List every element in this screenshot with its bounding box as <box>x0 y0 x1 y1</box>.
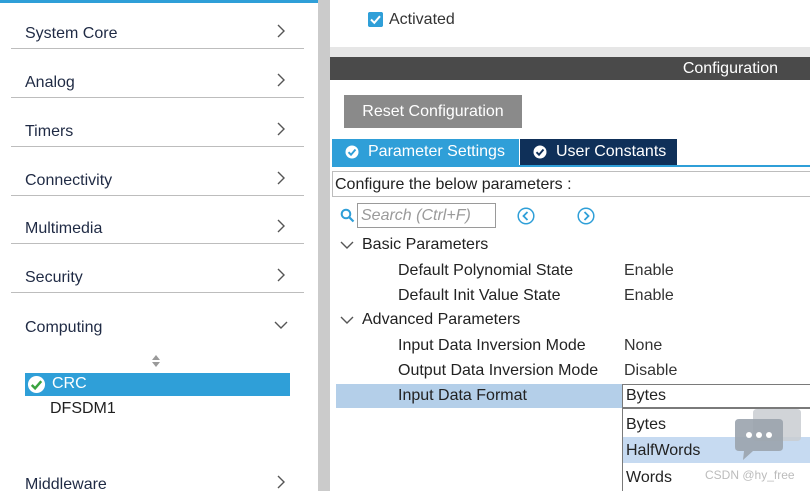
chevron-right-icon <box>277 73 285 87</box>
tab-label: User Constants <box>556 143 667 160</box>
section-divider <box>330 47 810 57</box>
peripheral-sidebar: System Core Analog Timers Connectivity M… <box>0 0 318 491</box>
param-row[interactable]: Input Data Inversion Mode None <box>336 334 810 358</box>
category-computing[interactable]: Computing <box>11 293 304 342</box>
category-multimedia[interactable]: Multimedia <box>11 195 304 244</box>
check-circle-icon <box>345 145 359 159</box>
param-value: None <box>624 337 663 354</box>
chevron-right-icon <box>277 268 285 282</box>
checkbox-check-icon <box>368 12 383 27</box>
chevron-right-icon <box>277 24 285 38</box>
category-label: Security <box>25 269 83 286</box>
param-value: Enable <box>624 262 674 279</box>
sort-arrows-icon[interactable] <box>151 354 161 368</box>
param-row[interactable]: Default Init Value State Enable <box>336 284 810 308</box>
category-security[interactable]: Security <box>11 244 304 293</box>
configuration-header: Configuration <box>330 57 810 80</box>
peripheral-label: CRC <box>52 375 87 392</box>
search-icon <box>340 208 355 223</box>
panel-splitter[interactable] <box>318 0 330 491</box>
configuration-title: Configuration <box>682 60 778 77</box>
category-system-core[interactable]: System Core <box>11 0 304 49</box>
category-connectivity[interactable]: Connectivity <box>11 147 304 196</box>
param-value: Enable <box>624 287 674 304</box>
category-label: System Core <box>25 25 118 42</box>
param-name: Default Init Value State <box>398 287 561 304</box>
chevron-right-icon <box>277 171 285 185</box>
param-name: Output Data Inversion Mode <box>398 362 599 379</box>
tab-user-constants[interactable]: User Constants <box>520 139 677 165</box>
category-middleware[interactable]: Middleware <box>11 442 304 491</box>
peripheral-item-dfsdm1[interactable]: DFSDM1 <box>25 398 290 421</box>
chevron-right-icon <box>277 122 285 136</box>
chevron-down-icon <box>340 241 354 249</box>
watermark-text: CSDN @hy_free <box>705 468 795 482</box>
param-row[interactable]: Output Data Inversion Mode Disable <box>336 359 810 383</box>
category-label: Middleware <box>25 476 107 491</box>
param-name: Input Data Inversion Mode <box>398 337 586 354</box>
tab-label: Parameter Settings <box>368 143 505 160</box>
group-label: Basic Parameters <box>362 236 489 253</box>
category-label: Connectivity <box>25 172 113 189</box>
check-circle-icon <box>27 375 46 394</box>
param-value: Disable <box>624 362 678 379</box>
chevron-down-icon <box>340 316 354 324</box>
category-label: Analog <box>25 74 75 91</box>
peripheral-item-crc[interactable]: CRC <box>25 373 290 396</box>
category-timers[interactable]: Timers <box>11 98 304 147</box>
param-row[interactable]: Default Polynomial State Enable <box>336 259 810 283</box>
category-label: Computing <box>25 319 103 336</box>
search-input[interactable] <box>357 203 496 228</box>
reset-configuration-button[interactable]: Reset Configuration <box>344 95 522 128</box>
chevron-right-icon <box>277 475 285 489</box>
peripheral-label: DFSDM1 <box>50 400 116 417</box>
chat-bubble-icon <box>735 409 801 460</box>
tab-parameter-settings[interactable]: Parameter Settings <box>332 139 519 165</box>
check-circle-icon <box>533 145 547 159</box>
param-name: Default Polynomial State <box>398 262 574 279</box>
group-label: Advanced Parameters <box>362 311 521 328</box>
category-label: Timers <box>25 123 74 140</box>
configure-instructions: Configure the below parameters : <box>332 171 810 197</box>
input-data-format-select[interactable]: Bytes <box>622 384 810 408</box>
next-match-button[interactable] <box>577 207 595 225</box>
category-label: Multimedia <box>25 220 103 237</box>
param-name: Input Data Format <box>398 387 527 404</box>
previous-match-button[interactable] <box>517 207 535 225</box>
tab-underline <box>332 165 810 167</box>
activated-label: Activated <box>389 11 455 28</box>
chevron-right-icon <box>277 219 285 233</box>
chevron-down-icon <box>274 321 288 329</box>
category-analog[interactable]: Analog <box>11 49 304 98</box>
